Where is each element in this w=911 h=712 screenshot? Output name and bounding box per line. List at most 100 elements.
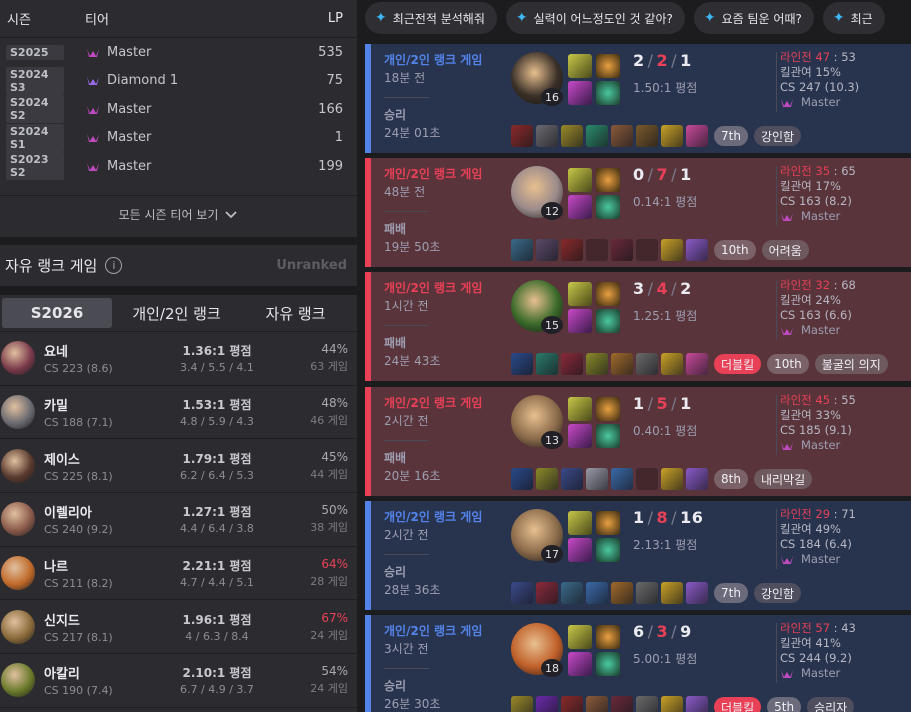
- champion-winrate: 50%: [321, 503, 348, 518]
- champion-row[interactable]: 이렐리아 CS 240 (9.2) 1.27:1 평점 4.4 / 6.4 / 3.8…: [0, 493, 357, 547]
- champion-winrate: 44%: [321, 342, 348, 357]
- lane-score-opponent: 68: [841, 278, 856, 292]
- match-cs: CS 184 (6.4): [780, 537, 852, 551]
- match-cs: CS 244 (9.2): [780, 651, 852, 665]
- item-icon: [611, 125, 633, 147]
- suggestion-chip[interactable]: ✦ 실력이 어느정도인 것 같아?: [505, 2, 685, 34]
- champion-portrait: [1, 556, 35, 591]
- champion-level: 13: [541, 431, 563, 449]
- champion-portrait: [1, 663, 35, 698]
- summoner-spell-icon: [568, 309, 592, 333]
- tier-name: Master: [107, 101, 152, 117]
- summoner-spell-icon: [568, 424, 592, 448]
- summoner-spell-icon: [568, 168, 592, 192]
- divider: [776, 509, 777, 569]
- champion-cs: CS 190 (7.4): [44, 684, 113, 698]
- match-stats: 라인전 29 : 71 킬관여 49% CS 184 (6.4) Master: [780, 507, 856, 566]
- tier-name: Master: [107, 130, 152, 146]
- suggestion-chip[interactable]: ✦ 최근: [822, 2, 885, 34]
- rune-icon: [596, 195, 620, 219]
- champion-kda: 2.10:1 평점: [182, 666, 252, 681]
- champion-kda-detail: 4 / 6.3 / 8.4: [185, 629, 249, 643]
- match-duration: 24분 01초: [384, 126, 441, 140]
- champion-row[interactable]: 나르 CS 211 (8.2) 2.21:1 평점 4.7 / 4.4 / 5.1 64…: [0, 547, 357, 601]
- item-icon: [586, 582, 608, 604]
- champion-kda-detail: 6.2 / 6.4 / 5.3: [180, 468, 254, 482]
- info-icon[interactable]: i: [105, 257, 123, 274]
- master-icon: [87, 134, 99, 143]
- left-column: 시즌 티어 LP S2025 Master 535 S2024 S3 Diamond 1…: [0, 0, 358, 712]
- item-icon: [536, 239, 558, 261]
- match-card[interactable]: 개인/2인 랭크 게임 48분 전 패배 19분 50초 12 0/7/1 0.14:1 평…: [365, 158, 911, 267]
- item-icon: [561, 239, 583, 261]
- match-badge: 8th: [714, 469, 748, 489]
- champion-name: 이렐리아: [44, 506, 92, 522]
- champion-kda-detail: 4.7 / 4.4 / 5.1: [180, 576, 254, 590]
- match-badge: 5th: [767, 697, 802, 712]
- tier-name: Diamond 1: [107, 73, 179, 89]
- item-icon: [636, 696, 658, 712]
- empty-item-slot: [586, 239, 608, 261]
- champion-name: 요네: [44, 345, 68, 361]
- item-icon: [611, 696, 633, 712]
- kill-participation: 킬관여 33%: [780, 408, 841, 422]
- match-cs: CS 163 (8.2): [780, 194, 852, 208]
- master-icon: [781, 99, 793, 107]
- deaths: 3: [656, 622, 669, 641]
- match-card[interactable]: 개인/2인 랭크 게임 3시간 전 승리 26분 30초 18 6/3/9 5.00:1 평…: [365, 615, 911, 712]
- empty-item-slot: [636, 468, 658, 490]
- match-result: 패배: [384, 451, 407, 465]
- champion-kda: 1.53:1 평점: [182, 398, 252, 413]
- lane-score-opponent: 53: [841, 50, 856, 64]
- time-ago: 3시간 전: [384, 642, 429, 656]
- champion-games: 63 게임: [310, 360, 348, 374]
- kda-ratio: 5.00:1 평점: [633, 652, 698, 666]
- lane-score: 라인전 32: [780, 278, 831, 292]
- match-card[interactable]: 개인/2인 랭크 게임 1시간 전 패배 24분 43초 15 3/4/2 1.25:1 평…: [365, 272, 911, 381]
- champion-level: 16: [541, 88, 563, 106]
- time-ago: 18분 전: [384, 71, 426, 85]
- season-tag: S2024 S3: [6, 66, 64, 95]
- divider: [776, 623, 777, 683]
- flex-rank-title: 자유 랭크 게임: [5, 257, 98, 275]
- item-build: 7th 강인함: [511, 125, 802, 147]
- item-icon: [611, 353, 633, 375]
- time-ago: 2시간 전: [384, 414, 429, 428]
- champion-row[interactable]: 요네 CS 223 (8.6) 1.36:1 평점 3.4 / 5.5 / 4.1 44…: [0, 332, 357, 386]
- champion-row[interactable]: 제이스 CS 225 (8.1) 1.79:1 평점 6.2 / 6.4 / 5.3 4…: [0, 439, 357, 494]
- tab-flex-rank[interactable]: 자유 랭크: [236, 298, 355, 328]
- divider: [384, 97, 429, 98]
- tab-solo-rank[interactable]: 개인/2인 랭크: [117, 298, 236, 328]
- suggestion-chip[interactable]: ✦ 요즘 팀운 어때?: [693, 2, 814, 34]
- champion-row[interactable]: 아칼리 CS 190 (7.4) 2.10:1 평점 6.7 / 4.9 / 3.7 5…: [0, 654, 357, 708]
- champion-winrate: 48%: [321, 396, 348, 411]
- match-card[interactable]: 개인/2인 랭크 게임 2시간 전 승리 28분 36초 17 1/8/16 2.13:1 …: [365, 501, 911, 610]
- match-badge: 7th: [714, 583, 748, 603]
- match-duration: 26분 30초: [384, 697, 441, 711]
- lane-score-opponent: 71: [841, 507, 856, 521]
- champion-cs: CS 240 (9.2): [44, 523, 113, 537]
- summoner-spell-icon: [568, 81, 592, 105]
- kill-participation: 킬관여 49%: [780, 522, 841, 536]
- item-build: 7th 강인함: [511, 582, 802, 604]
- champion-level: 17: [541, 545, 563, 563]
- champion-row[interactable]: 카밀 CS 188 (7.1) 1.53:1 평점 4.8 / 5.9 / 4.3 48…: [0, 386, 357, 440]
- item-icon: [536, 353, 558, 375]
- tab-season[interactable]: S2026: [2, 298, 112, 328]
- flex-rank-status: Unranked: [276, 258, 347, 273]
- kills: 2: [633, 51, 645, 70]
- deaths: 7: [656, 165, 669, 184]
- season-row: S2023 S2 Master 199: [0, 152, 357, 181]
- kills: 3: [633, 279, 645, 298]
- champion-row[interactable]: 신지드 CS 217 (8.1) 1.96:1 평점 4 / 6.3 / 8.4 67%…: [0, 600, 357, 655]
- match-card[interactable]: 개인/2인 랭크 게임 18분 전 승리 24분 01초 16 2/2/1 1.50:1 평…: [365, 44, 911, 153]
- lane-score-opponent: 43: [841, 621, 856, 635]
- all-seasons-button[interactable]: 모든 시즌 티어 보기: [0, 195, 357, 233]
- match-card[interactable]: 개인/2인 랭크 게임 2시간 전 패배 20분 16초 13 1/5/1 0.40:1 평…: [365, 387, 911, 496]
- master-icon: [781, 556, 793, 564]
- item-build: 더블킬 10th 불굴의 의지: [511, 353, 888, 375]
- champion-level: 12: [541, 202, 563, 220]
- suggestion-chip[interactable]: ✦ 최근전적 분석해줘: [365, 2, 497, 34]
- rune-icon: [596, 81, 620, 105]
- divider: [384, 554, 429, 555]
